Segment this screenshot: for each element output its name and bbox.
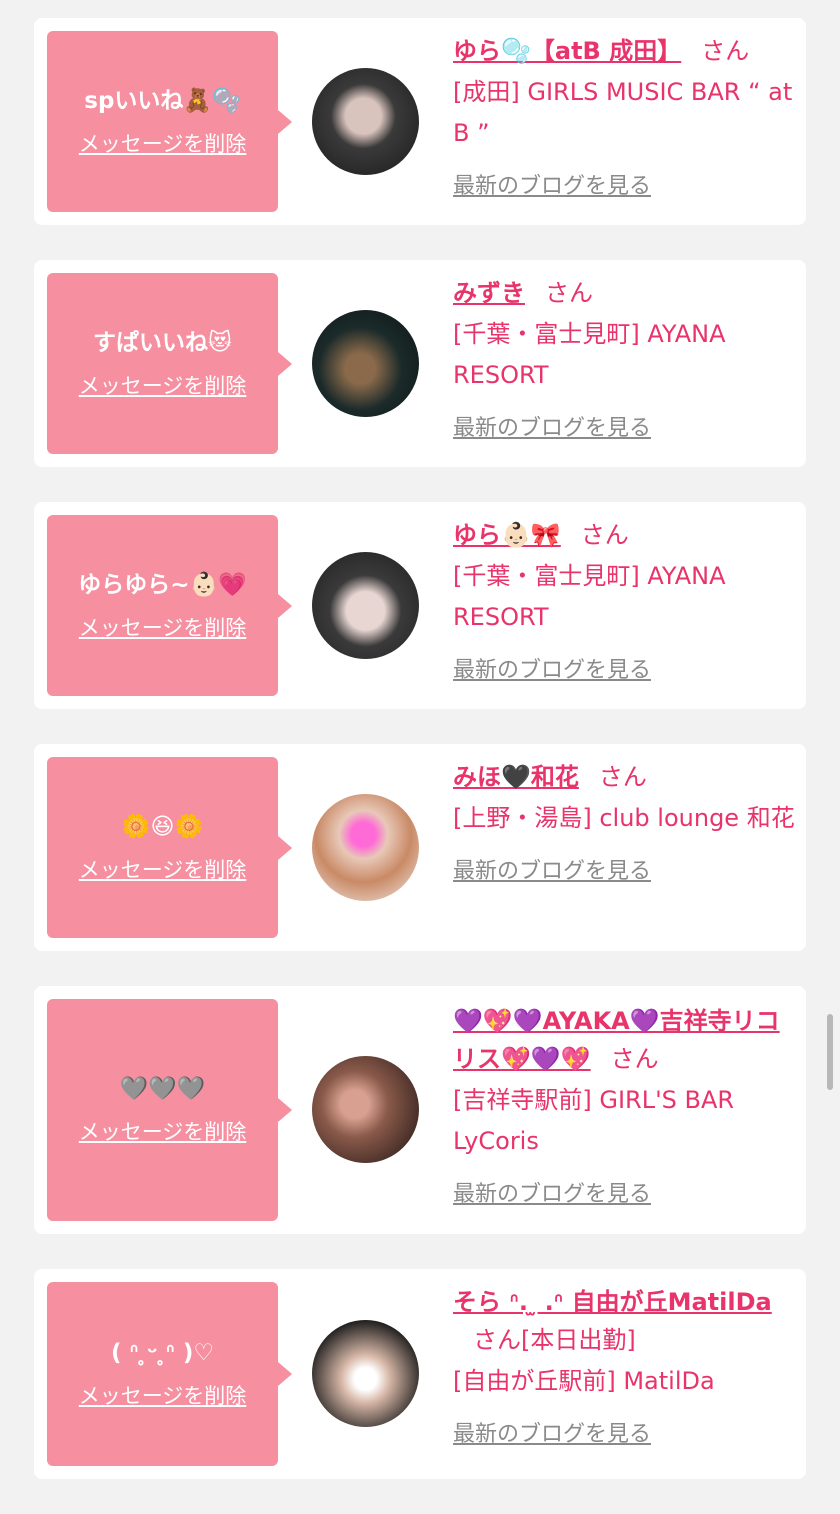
- cast-name-link[interactable]: ゆら🫧【atB 成田】: [453, 37, 681, 65]
- latest-blog-link[interactable]: 最新のブログを見る: [453, 652, 798, 684]
- cast-name-link[interactable]: ゆら👶🏻🎀: [453, 521, 561, 549]
- cast-info: 💜💖💜AYAKA💜吉祥寺リコリス💖💜💖 さん [吉祥寺駅前] GIRL'S BAR…: [453, 1002, 798, 1208]
- delete-message-link[interactable]: メッセージを削除: [79, 370, 247, 400]
- name-extra: [本日出勤]: [521, 1326, 636, 1354]
- delete-message-link[interactable]: メッセージを削除: [79, 612, 247, 642]
- honorific: さん: [545, 279, 593, 307]
- favorite-list: spいいね🧸🫧 メッセージを削除 ゆら🫧【atB 成田】 さん [成田] GIRL…: [34, 18, 806, 1514]
- shop-name: [千葉・富士見町] AYANA RESORT: [453, 562, 726, 631]
- message-text: すぱいいね😻: [93, 329, 232, 356]
- shop-name: [自由が丘駅前] MatilDa: [453, 1367, 715, 1395]
- favorite-card: 🌼😆🌼 メッセージを削除 みほ🖤和花 さん [上野・湯島] club lounge…: [34, 744, 806, 951]
- avatar[interactable]: [312, 793, 419, 901]
- avatar[interactable]: [312, 1320, 419, 1427]
- latest-blog-link[interactable]: 最新のブログを見る: [453, 853, 798, 885]
- shop-name: [吉祥寺駅前] GIRL'S BAR LyCoris: [453, 1086, 735, 1155]
- cast-name-link[interactable]: みずき: [453, 279, 525, 307]
- message-bubble: ( ᐢ ̥ᵕ ̥ᐢ )♡ メッセージを削除: [47, 1282, 292, 1466]
- message-bubble: 🩶🩶🩶 メッセージを削除: [47, 999, 292, 1221]
- favorite-card: ( ᐢ ̥ᵕ ̥ᐢ )♡ メッセージを削除 そら ᐢ. ̫ .ᐢ 自由が丘Mat…: [34, 1269, 806, 1479]
- delete-message-link[interactable]: メッセージを削除: [79, 854, 247, 884]
- honorific: さん: [701, 37, 750, 65]
- cast-info: そら ᐢ. ̫ .ᐢ 自由が丘MatilDa さん[本日出勤] [自由が丘駅前] …: [453, 1283, 798, 1448]
- cast-name-link[interactable]: みほ🖤和花: [453, 763, 579, 791]
- cast-info: みずき さん [千葉・富士見町] AYANA RESORT 最新のブログを見る: [453, 274, 798, 442]
- message-text: ゆらゆら~👶🏻💗: [78, 571, 247, 598]
- delete-message-link[interactable]: メッセージを削除: [79, 128, 247, 158]
- favorite-card: 🩶🩶🩶 メッセージを削除 💜💖💜AYAKA💜吉祥寺リコリス💖💜💖 さん [吉祥寺駅…: [34, 986, 806, 1234]
- honorific: さん: [610, 1045, 659, 1073]
- message-bubble: 🌼😆🌼 メッセージを削除: [47, 757, 292, 938]
- honorific: さん: [580, 521, 629, 549]
- avatar[interactable]: [312, 551, 419, 659]
- message-bubble: ゆらゆら~👶🏻💗 メッセージを削除: [47, 515, 292, 696]
- shop-name: [上野・湯島] club lounge 和花: [453, 804, 795, 832]
- latest-blog-link[interactable]: 最新のブログを見る: [453, 168, 798, 200]
- avatar[interactable]: [312, 67, 419, 175]
- favorite-card: すぱいいね😻 メッセージを削除 みずき さん [千葉・富士見町] AYANA RE…: [34, 260, 806, 467]
- scrollbar[interactable]: [827, 1014, 833, 1090]
- shop-name: [千葉・富士見町] AYANA RESORT: [453, 320, 726, 389]
- cast-info: ゆら👶🏻🎀 さん [千葉・富士見町] AYANA RESORT 最新のブログを見る: [453, 516, 798, 684]
- message-text: 🩶🩶🩶: [119, 1076, 206, 1102]
- cast-name-link[interactable]: そら ᐢ. ̫ .ᐢ 自由が丘MatilDa: [453, 1288, 772, 1316]
- message-bubble: すぱいいね😻 メッセージを削除: [47, 273, 292, 454]
- message-text: ( ᐢ ̥ᵕ ̥ᐢ )♡: [110, 1340, 215, 1366]
- latest-blog-link[interactable]: 最新のブログを見る: [453, 410, 798, 442]
- cast-info: みほ🖤和花 さん [上野・湯島] club lounge 和花 最新のブログを見る: [453, 758, 798, 885]
- favorite-card: spいいね🧸🫧 メッセージを削除 ゆら🫧【atB 成田】 さん [成田] GIRL…: [34, 18, 806, 225]
- delete-message-link[interactable]: メッセージを削除: [79, 1116, 247, 1146]
- honorific: さん: [473, 1326, 521, 1354]
- cast-info: ゆら🫧【atB 成田】 さん [成田] GIRLS MUSIC BAR “ at …: [453, 32, 798, 200]
- latest-blog-link[interactable]: 最新のブログを見る: [453, 1416, 798, 1448]
- honorific: さん: [598, 763, 647, 791]
- latest-blog-link[interactable]: 最新のブログを見る: [453, 1176, 798, 1208]
- message-text: spいいね🧸🫧: [84, 87, 241, 114]
- avatar[interactable]: [312, 309, 419, 417]
- favorite-card: ゆらゆら~👶🏻💗 メッセージを削除 ゆら👶🏻🎀 さん [千葉・富士見町] AYAN…: [34, 502, 806, 709]
- avatar[interactable]: [312, 1056, 419, 1163]
- message-text: 🌼😆🌼: [121, 813, 204, 840]
- message-bubble: spいいね🧸🫧 メッセージを削除: [47, 31, 292, 212]
- delete-message-link[interactable]: メッセージを削除: [79, 1380, 247, 1410]
- shop-name: [成田] GIRLS MUSIC BAR “ at B ”: [453, 78, 793, 147]
